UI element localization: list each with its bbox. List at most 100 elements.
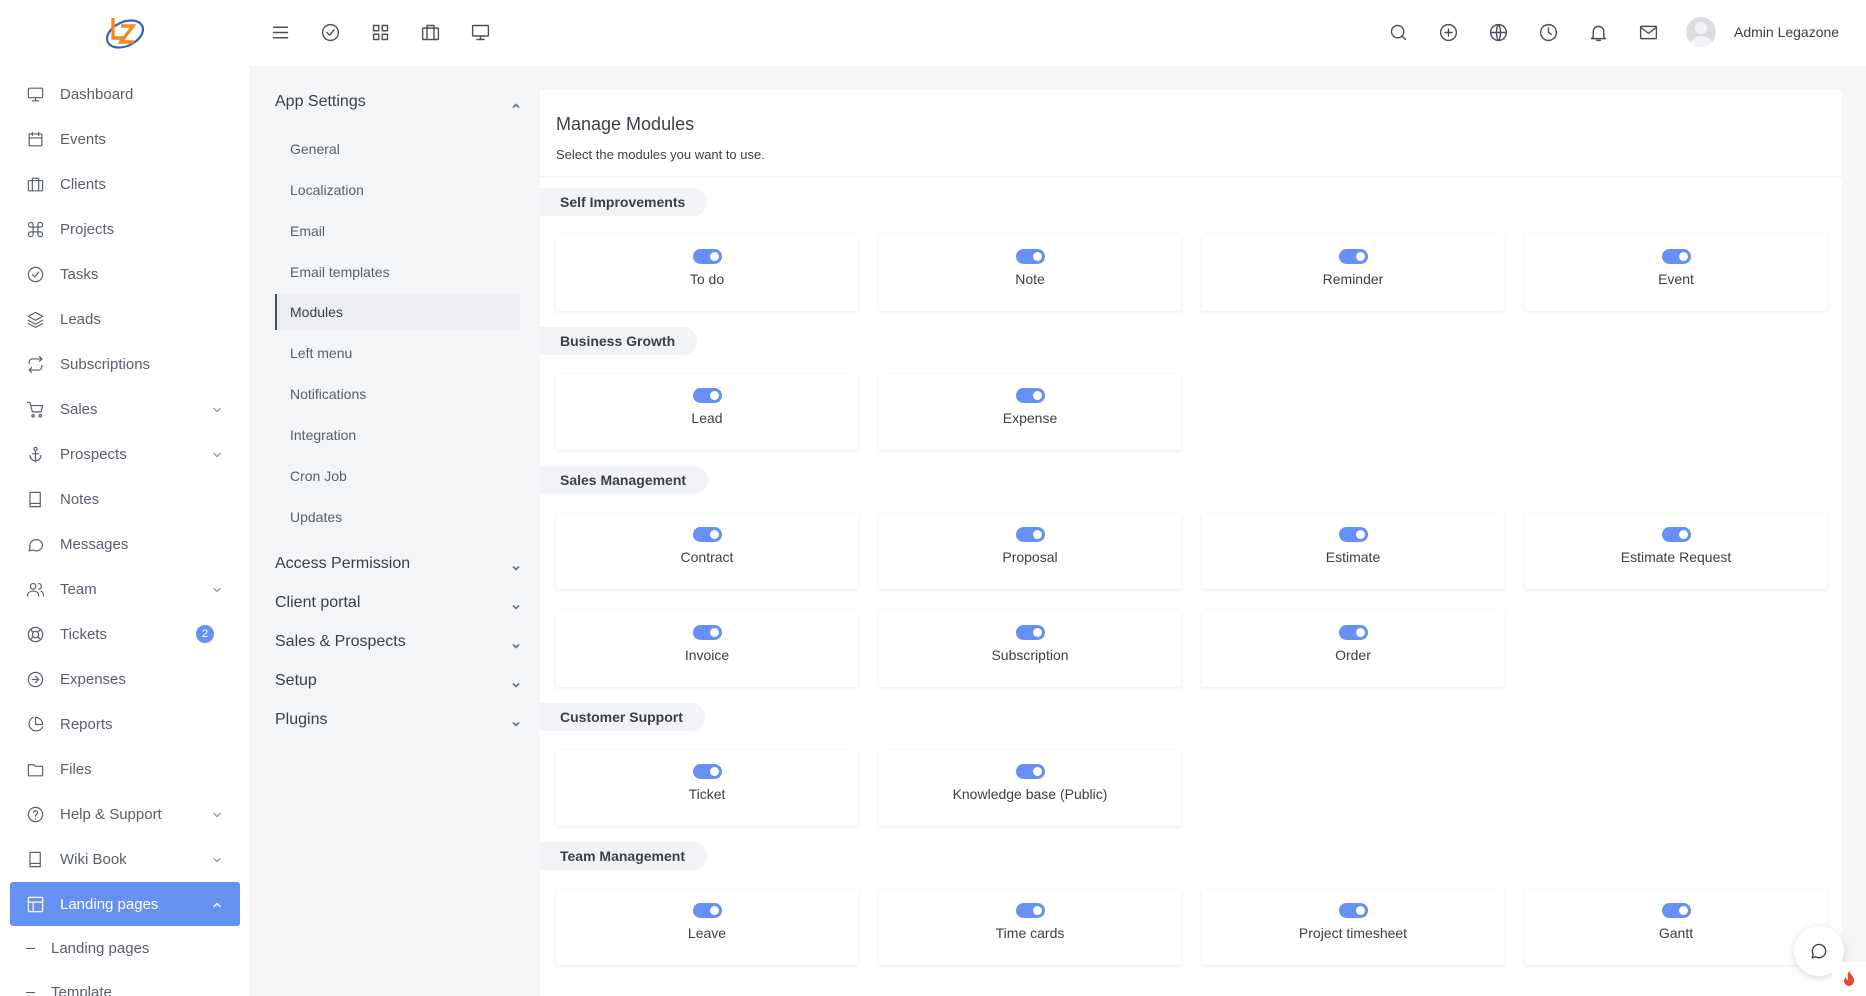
sidebar-item-files[interactable]: Files [10, 747, 240, 791]
module-toggle[interactable] [1339, 903, 1368, 918]
sidebar-item-projects[interactable]: Projects [10, 207, 240, 251]
module-toggle[interactable] [1662, 903, 1691, 918]
chevron-down-icon[interactable] [212, 447, 222, 458]
sidebar-item-events[interactable]: Events [10, 117, 240, 161]
clock-icon[interactable] [1536, 20, 1560, 44]
sidebar-item-messages[interactable]: Messages [10, 522, 240, 566]
sidebar-item-subscriptions[interactable]: Subscriptions [10, 342, 240, 386]
sidebar-item-wiki-book[interactable]: Wiki Book [10, 837, 240, 881]
settings-item-notifications[interactable]: Notifications [275, 376, 520, 412]
sidebar-item-sales[interactable]: Sales [10, 387, 240, 431]
module-toggle[interactable] [1016, 527, 1045, 542]
chevron-down-icon[interactable] [212, 852, 222, 863]
settings-item-modules[interactable]: Modules [275, 294, 520, 330]
settings-group-access-permission[interactable]: Access Permission [275, 555, 410, 573]
check-circle-icon[interactable] [318, 20, 342, 44]
chevron-down-icon[interactable] [212, 582, 222, 593]
module-card: Contract [556, 513, 858, 589]
module-toggle[interactable] [1016, 625, 1045, 640]
sidebar-item-team[interactable]: Team [10, 567, 240, 611]
sidebar-subitem-template[interactable]: Template [26, 984, 112, 996]
settings-group-setup[interactable]: Setup [275, 672, 317, 690]
sidebar-item-label: Projects [60, 220, 115, 238]
sidebar-item-landing-pages[interactable]: Landing pages [10, 882, 240, 926]
dash-icon [26, 948, 35, 949]
settings-item-updates[interactable]: Updates [275, 499, 520, 535]
module-toggle[interactable] [1339, 527, 1368, 542]
company-logo[interactable] [103, 12, 147, 52]
menu-icon[interactable] [268, 20, 292, 44]
settings-item-localization[interactable]: Localization [275, 172, 520, 208]
chevron-up-icon[interactable] [511, 98, 521, 109]
settings-group-sales-prospects[interactable]: Sales & Prospects [275, 633, 406, 651]
sidebar-item-notes[interactable]: Notes [10, 477, 240, 521]
sidebar-item-dashboard[interactable]: Dashboard [10, 72, 240, 116]
sidebar-item-label: Files [60, 760, 92, 778]
module-toggle[interactable] [693, 249, 722, 264]
settings-item-email[interactable]: Email [275, 213, 520, 249]
module-label: Expense [1002, 410, 1058, 426]
sidebar-item-reports[interactable]: Reports [10, 702, 240, 746]
settings-item-left-menu[interactable]: Left menu [275, 335, 520, 371]
module-card: Reminder [1202, 235, 1504, 311]
settings-group-app-settings[interactable]: App Settings [275, 93, 366, 111]
globe-icon[interactable] [1486, 20, 1510, 44]
sidebar-item-clients[interactable]: Clients [10, 162, 240, 206]
sidebar-item-label: Notes [60, 490, 100, 508]
module-toggle[interactable] [693, 527, 722, 542]
module-toggle[interactable] [1339, 625, 1368, 640]
briefcase-icon [27, 177, 44, 191]
settings-group-plugins[interactable]: Plugins [275, 711, 327, 729]
module-toggle[interactable] [693, 388, 722, 403]
sidebar-item-label: Tasks [60, 265, 99, 283]
settings-item-general[interactable]: General [275, 131, 520, 167]
chevron-down-icon[interactable] [511, 560, 521, 571]
monitor-icon[interactable] [468, 20, 492, 44]
sidebar-subitem-label: Template [51, 984, 112, 996]
chevron-down-icon[interactable] [212, 807, 222, 818]
module-toggle[interactable] [1662, 249, 1691, 264]
sidebar-subitem-landing-pages[interactable]: Landing pages [26, 940, 149, 957]
settings-item-email-templates[interactable]: Email templates [275, 254, 520, 290]
fire-icon[interactable] [1832, 962, 1866, 996]
module-toggle[interactable] [1339, 249, 1368, 264]
module-card: Event [1525, 235, 1827, 311]
sidebar-item-prospects[interactable]: Prospects [10, 432, 240, 476]
search-icon[interactable] [1386, 20, 1410, 44]
chevron-down-icon[interactable] [511, 599, 521, 610]
sidebar-item-tickets[interactable]: Tickets 2 [10, 612, 240, 656]
module-toggle[interactable] [693, 764, 722, 779]
sidebar-item-expenses[interactable]: Expenses [10, 657, 240, 701]
grid-icon[interactable] [368, 20, 392, 44]
sidebar-item-label: Reports [60, 715, 113, 733]
settings-item-integration[interactable]: Integration [275, 417, 520, 453]
module-card: Order [1202, 611, 1504, 687]
section-label: Customer Support [540, 703, 705, 731]
bell-icon[interactable] [1586, 20, 1610, 44]
mail-icon[interactable] [1636, 20, 1660, 44]
module-toggle[interactable] [1016, 388, 1045, 403]
sidebar-item-leads[interactable]: Leads [10, 297, 240, 341]
briefcase-icon[interactable] [418, 20, 442, 44]
manage-modules-card: Manage Modules Select the modules you wa… [540, 90, 1842, 996]
module-toggle[interactable] [1016, 249, 1045, 264]
settings-item-cron-job[interactable]: Cron Job [275, 458, 520, 494]
chevron-down-icon[interactable] [511, 716, 521, 727]
chevron-up-icon[interactable] [212, 897, 222, 908]
settings-group-client-portal[interactable]: Client portal [275, 594, 360, 612]
chevron-down-icon[interactable] [511, 638, 521, 649]
plus-circle-icon[interactable] [1436, 20, 1460, 44]
sidebar-item-tasks[interactable]: Tasks [10, 252, 240, 296]
module-toggle[interactable] [693, 903, 722, 918]
username[interactable]: Admin Legazone [1734, 24, 1839, 40]
chevron-down-icon[interactable] [212, 402, 222, 413]
module-toggle[interactable] [693, 625, 722, 640]
module-toggle[interactable] [1662, 527, 1691, 542]
avatar[interactable] [1686, 17, 1716, 47]
module-toggle[interactable] [1016, 903, 1045, 918]
module-toggle[interactable] [1016, 764, 1045, 779]
help-icon [27, 806, 44, 822]
module-label: Note [1015, 271, 1045, 287]
sidebar-item-help-support[interactable]: Help & Support [10, 792, 240, 836]
chevron-down-icon[interactable] [511, 677, 521, 688]
